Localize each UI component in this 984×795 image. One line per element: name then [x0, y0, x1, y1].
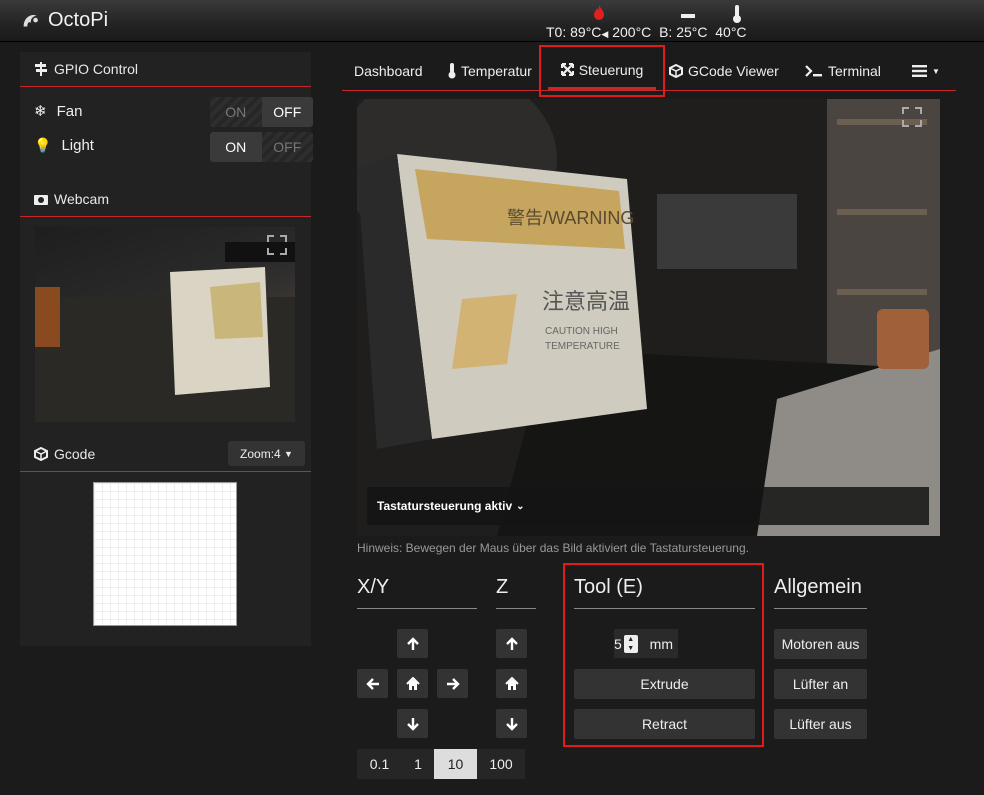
chamber-temp: 40°C [715, 24, 747, 40]
svg-text:注意高温: 注意高温 [542, 289, 630, 314]
cube-icon [34, 447, 48, 461]
cube-icon [669, 64, 683, 78]
step-0-1-button[interactable]: 0.1 [357, 749, 402, 779]
target-arrow-icon: ◀ [601, 29, 609, 39]
tool0-target: 200°C [612, 24, 652, 40]
svg-text:警告/WARNING: 警告/WARNING [507, 208, 634, 228]
tab-gcode-viewer[interactable]: GCode Viewer [669, 52, 779, 90]
caret-down-icon: ▼ [932, 66, 940, 76]
caret-down-icon: ▼ [284, 448, 293, 459]
tab-dashboard[interactable]: Dashboard [354, 52, 423, 90]
zoom-dropdown[interactable]: Zoom:4 ▼ [228, 441, 305, 466]
z-heading: Z [496, 576, 536, 609]
webcam-stream[interactable]: 警告/WARNING 注意高温 CAUTION HIGH TEMPERATURE… [357, 99, 940, 536]
webcam-image [35, 242, 295, 422]
keyboard-control-label: Tastatursteuerung aktiv [377, 499, 513, 513]
tab-more-menu[interactable]: ▼ [912, 52, 940, 90]
fan-label: Fan [56, 102, 83, 120]
snowflake-icon: ❄ [34, 103, 47, 120]
home-icon [504, 676, 519, 690]
home-z-button[interactable] [496, 669, 527, 698]
webcam-stream-image: 警告/WARNING 注意高温 CAUTION HIGH TEMPERATURE [357, 99, 940, 536]
chevron-down-icon: ⌄ [516, 500, 525, 512]
thermometer-icon [448, 63, 456, 79]
highlight-box-tool [563, 563, 764, 747]
tab-dashboard-label: Dashboard [354, 63, 423, 79]
svg-text:CAUTION HIGH: CAUTION HIGH [545, 326, 618, 337]
tab-gcode-viewer-label: GCode Viewer [688, 63, 779, 79]
general-heading: Allgemein [774, 576, 867, 609]
jog-y-plus-button[interactable] [397, 629, 428, 658]
home-xy-button[interactable] [397, 669, 428, 698]
light-label: Light [61, 137, 94, 154]
arrow-up-icon [505, 636, 518, 650]
highlight-box-tab [539, 45, 665, 97]
terminal-icon [805, 65, 822, 77]
webcam-title: Webcam [54, 191, 109, 207]
tab-terminal-label: Terminal [828, 63, 881, 79]
jog-y-minus-button[interactable] [397, 709, 428, 738]
svg-text:TEMPERATURE: TEMPERATURE [545, 341, 620, 352]
jog-x-minus-button[interactable] [357, 669, 388, 698]
arrow-up-icon [406, 636, 419, 650]
gpio-item-light: 💡 Light [34, 137, 94, 154]
bed-temp: B: 25°C [659, 24, 708, 40]
keyboard-control-bar[interactable]: Tastatursteuerung aktiv ⌄ [367, 487, 929, 525]
arrow-right-icon [446, 677, 460, 690]
thermometer-icon [733, 5, 741, 23]
tab-temperature-label: Temperatur [461, 63, 532, 79]
app-title: OctoPi [48, 9, 109, 31]
jog-z-minus-button[interactable] [496, 709, 527, 738]
fullscreen-icon[interactable] [267, 235, 287, 255]
jog-step-selector: 0.1 1 10 100 [357, 749, 525, 779]
bed-heater-icon [681, 14, 695, 18]
sidebar: GPIO Control ❄ Fan ON OFF 💡 Light ON OFF… [20, 52, 313, 646]
arrow-down-icon [406, 717, 419, 731]
step-100-button[interactable]: 100 [477, 749, 525, 779]
webcam-header[interactable]: Webcam [20, 182, 311, 217]
motors-off-button[interactable]: Motoren aus [774, 629, 867, 659]
camera-icon [34, 195, 48, 205]
gcode-title: Gcode [54, 446, 96, 462]
gcode-preview-canvas[interactable] [93, 482, 237, 626]
jog-z-plus-button[interactable] [496, 629, 527, 658]
fan-off-button[interactable]: Lüfter aus [774, 709, 867, 739]
home-icon [405, 676, 420, 690]
tab-temperature[interactable]: Temperatur [448, 52, 532, 90]
hamburger-icon [912, 65, 927, 77]
light-toggle[interactable]: ON OFF [210, 132, 313, 162]
gpio-title: GPIO Control [54, 61, 139, 77]
light-on-option[interactable]: ON [210, 132, 262, 162]
light-off-option[interactable]: OFF [261, 132, 313, 162]
lightbulb-icon: 💡 [34, 137, 52, 153]
arrow-left-icon [365, 677, 379, 690]
tool0-temp: T0: 89°C [546, 24, 602, 40]
fan-toggle[interactable]: ON OFF [210, 97, 313, 127]
tab-terminal[interactable]: Terminal [805, 52, 881, 90]
webcam-thumbnail[interactable] [35, 227, 295, 422]
fan-on-button[interactable]: Lüfter an [774, 669, 867, 699]
fan-off-option[interactable]: OFF [261, 97, 313, 127]
step-10-button[interactable]: 10 [434, 749, 477, 779]
temperature-readout[interactable]: T0: 89°C◀ 200°C B: 25°C 40°C [546, 24, 747, 40]
fan-on-option[interactable]: ON [210, 97, 262, 127]
arrow-down-icon [505, 717, 518, 731]
gpio-header[interactable]: GPIO Control [20, 52, 311, 87]
octopi-logo-icon [23, 14, 38, 26]
flame-icon [594, 5, 604, 20]
gpio-item-fan: ❄ Fan [34, 102, 83, 121]
zoom-label: Zoom:4 [240, 446, 281, 461]
hint-text: Hinweis: Bewegen der Maus über das Bild … [357, 541, 749, 555]
brand[interactable]: OctoPi [20, 9, 108, 32]
navbar: OctoPi T0: 89°C◀ 200°C B: 25°C 40°C [0, 0, 984, 42]
jog-x-plus-button[interactable] [437, 669, 468, 698]
step-1-button[interactable]: 1 [402, 749, 434, 779]
xy-heading: X/Y [357, 576, 477, 609]
signpost-icon [35, 62, 47, 76]
fullscreen-icon[interactable] [902, 107, 922, 127]
